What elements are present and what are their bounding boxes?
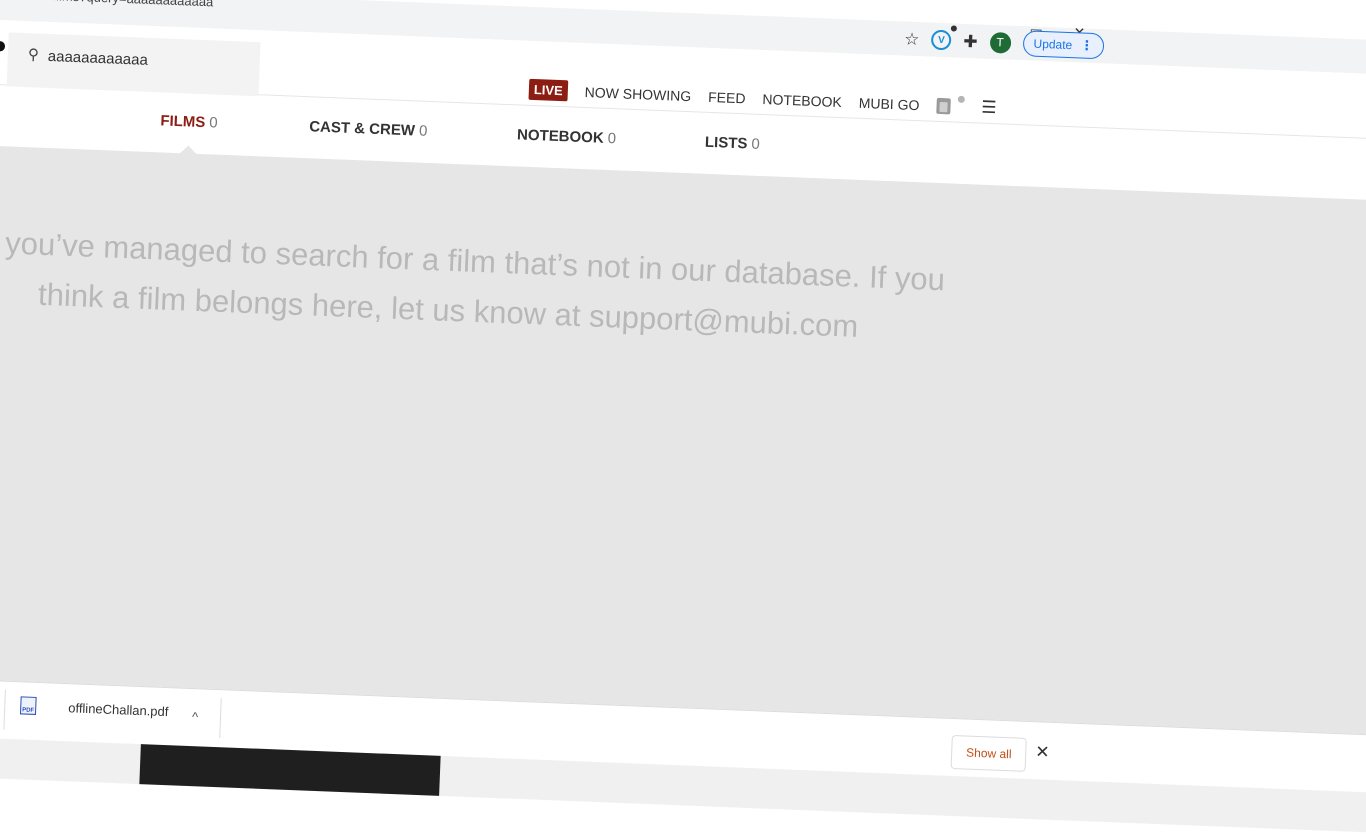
tab-cast-crew[interactable]: CAST & CREW 0 (309, 118, 428, 140)
vpn-extension-icon[interactable]: V (931, 29, 952, 51)
tab-films[interactable]: FILMS 0 (160, 112, 218, 131)
tab-notebook-label: NOTEBOOK (516, 126, 605, 147)
close-downloads-icon[interactable]: ✕ (1035, 742, 1050, 763)
download-item[interactable]: PDF offlineChallan.pdf (19, 696, 169, 720)
hamburger-menu-icon[interactable]: ☰ (981, 97, 997, 118)
url-text[interactable]: .com/search/films?query=aaaaaaaaaaaa (0, 0, 214, 9)
live-badge[interactable]: LIVE (528, 78, 569, 102)
show-all-button[interactable]: Show all (950, 734, 1028, 772)
update-label: Update (1033, 36, 1073, 53)
update-button[interactable]: Update ⋮ (1022, 30, 1105, 60)
tab-films-count: 0 (209, 114, 219, 132)
tab-cast-crew-count: 0 (418, 122, 428, 140)
download-options-chevron-icon[interactable]: ^ (192, 709, 199, 724)
tab-lists-count: 0 (751, 135, 761, 153)
empty-results-message: os, you’ve managed to search for a film … (0, 215, 971, 356)
tab-films-label: FILMS (160, 112, 206, 132)
search-query-value[interactable]: aaaaaaaaaaaa (47, 48, 148, 69)
extensions-puzzle-icon[interactable]: ✚ (963, 31, 978, 51)
nav-notebook[interactable]: NOTEBOOK (762, 91, 842, 110)
tab-notebook-count: 0 (607, 129, 617, 148)
tab-cast-crew-label: CAST & CREW (308, 118, 416, 140)
search-results-area: os, you’ve managed to search for a film … (0, 144, 1366, 762)
nav-now-showing[interactable]: NOW SHOWING (584, 84, 691, 104)
search-icon: ⚲ (27, 46, 40, 64)
pdf-file-icon: PDF (19, 696, 37, 715)
downloads-divider (3, 689, 6, 730)
bookmark-star-icon[interactable]: ☆ (904, 29, 920, 49)
notification-dot-icon (957, 95, 965, 103)
notifications-icon[interactable] (936, 97, 951, 114)
downloads-divider-2 (219, 698, 222, 739)
nav-mubi-go[interactable]: MUBI GO (858, 94, 919, 112)
mubi-logo-icon[interactable]: ●● (0, 31, 8, 60)
tab-notebook[interactable]: NOTEBOOK 0 (517, 126, 617, 147)
tab-lists[interactable]: LISTS 0 (705, 134, 760, 153)
profile-avatar[interactable]: T (989, 31, 1012, 54)
download-file-name: offlineChallan.pdf (67, 699, 169, 719)
tab-lists-label: LISTS (704, 133, 748, 153)
nav-feed[interactable]: FEED (708, 88, 746, 105)
kebab-menu-icon: ⋮ (1079, 37, 1094, 53)
